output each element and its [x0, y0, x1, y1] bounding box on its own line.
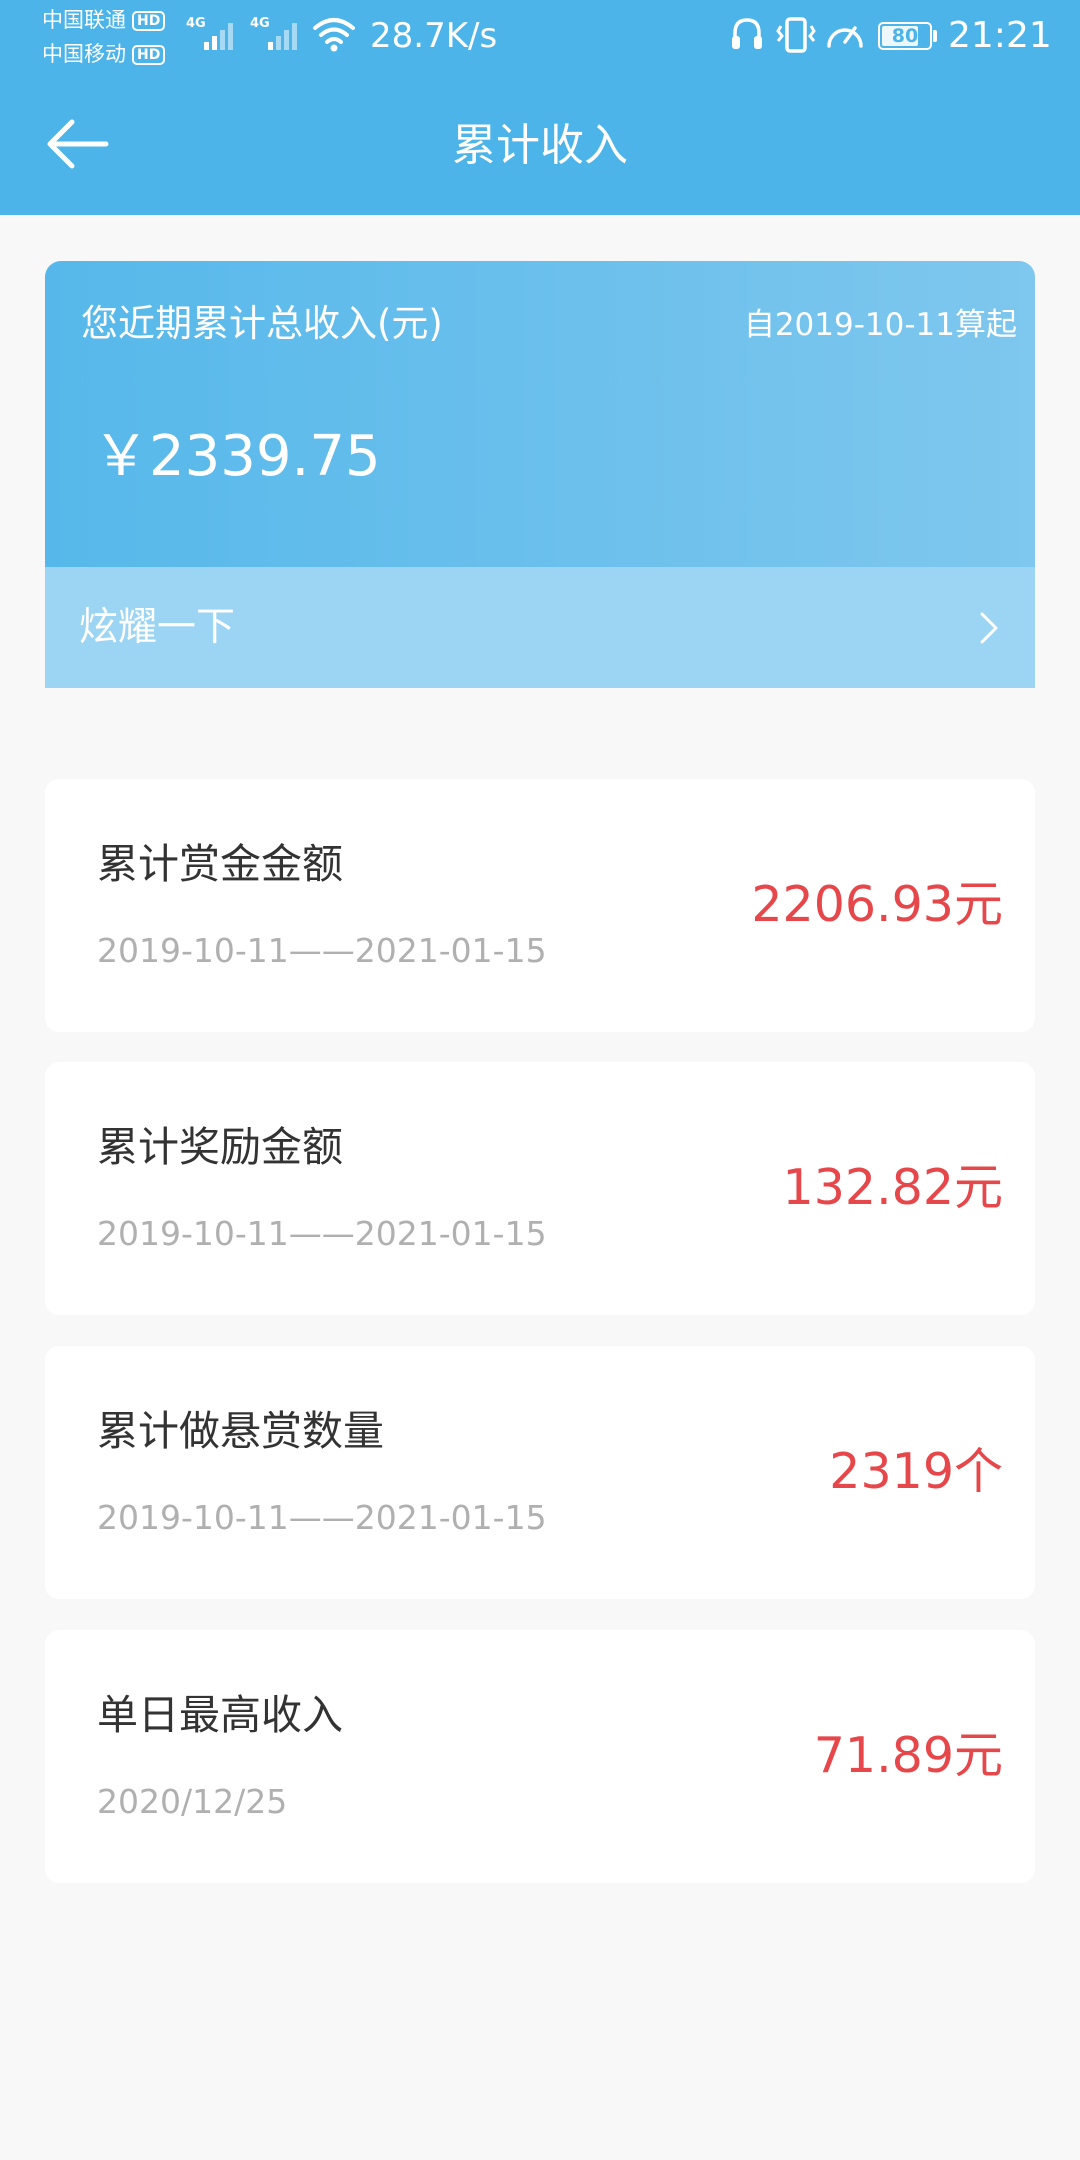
- total-income-label: 您近期累计总收入(元): [81, 302, 443, 345]
- app-header: 中国联通 HD 中国移动 HD 4G 4G 28.7K/s 80 21:21 累…: [0, 0, 1080, 215]
- stat-value: 2206.93元: [751, 876, 1003, 933]
- stat-card-reward-amount: 累计奖励金额 2019-10-11——2021-01-15 132.82元: [45, 1062, 1035, 1315]
- battery-percent: 80: [891, 25, 919, 47]
- carrier-1-name: 中国联通: [42, 8, 126, 32]
- speedometer-icon: [827, 26, 863, 48]
- wifi-icon: [313, 18, 355, 52]
- stat-card-daily-max: 单日最高收入 2020/12/25 71.89元: [45, 1630, 1035, 1883]
- carrier-2-name: 中国移动: [42, 42, 126, 66]
- signal-bars-1-icon: [204, 23, 233, 50]
- stat-date-range: 2019-10-11——2021-01-15: [97, 1214, 547, 1253]
- stat-card-bounty-amount: 累计赏金金额 2019-10-11——2021-01-15 2206.93元: [45, 779, 1035, 1032]
- stat-title: 累计赏金金额: [97, 840, 343, 888]
- status-bar: 中国联通 HD 中国移动 HD 4G 4G 28.7K/s 80 21:21: [0, 0, 1080, 70]
- signal-2-icon: 4G: [250, 14, 308, 54]
- net-speed: 28.7K/s: [370, 16, 498, 56]
- signal-1-icon: 4G: [186, 14, 244, 54]
- hd-badge-1: HD: [132, 11, 166, 31]
- total-income-card: 您近期累计总收入(元) 自2019-10-11算起 ￥2339.75 炫耀一下: [45, 261, 1035, 688]
- stat-value: 132.82元: [782, 1159, 1003, 1216]
- page-title: 累计收入: [452, 120, 628, 171]
- total-income-amount: ￥2339.75: [93, 424, 381, 489]
- battery-tip: [933, 30, 937, 42]
- battery-icon: 80: [878, 22, 932, 50]
- show-off-button[interactable]: 炫耀一下: [45, 567, 1035, 688]
- stat-date-range: 2019-10-11——2021-01-15: [97, 931, 547, 970]
- chevron-right-icon: [980, 612, 998, 644]
- clock: 21:21: [948, 15, 1052, 56]
- since-date: 自2019-10-11算起: [743, 307, 1017, 343]
- show-off-label: 炫耀一下: [79, 605, 236, 650]
- stat-date: 2020/12/25: [97, 1782, 288, 1821]
- stat-title: 累计奖励金额: [97, 1123, 343, 1171]
- carrier-2: 中国移动 HD: [42, 42, 166, 66]
- stat-card-task-count: 累计做悬赏数量 2019-10-11——2021-01-15 2319个: [45, 1346, 1035, 1599]
- stat-title: 单日最高收入: [97, 1691, 343, 1739]
- headset-icon: [732, 18, 762, 49]
- vibrate-icon: [776, 17, 816, 53]
- hd-badge-2: HD: [132, 45, 166, 65]
- signal-bars-2-icon: [268, 23, 297, 50]
- stat-date-range: 2019-10-11——2021-01-15: [97, 1498, 547, 1537]
- carrier-1: 中国联通 HD: [42, 8, 166, 32]
- stat-title: 累计做悬赏数量: [97, 1407, 384, 1455]
- stat-value: 71.89元: [813, 1727, 1003, 1784]
- stat-value: 2319个: [829, 1443, 1003, 1500]
